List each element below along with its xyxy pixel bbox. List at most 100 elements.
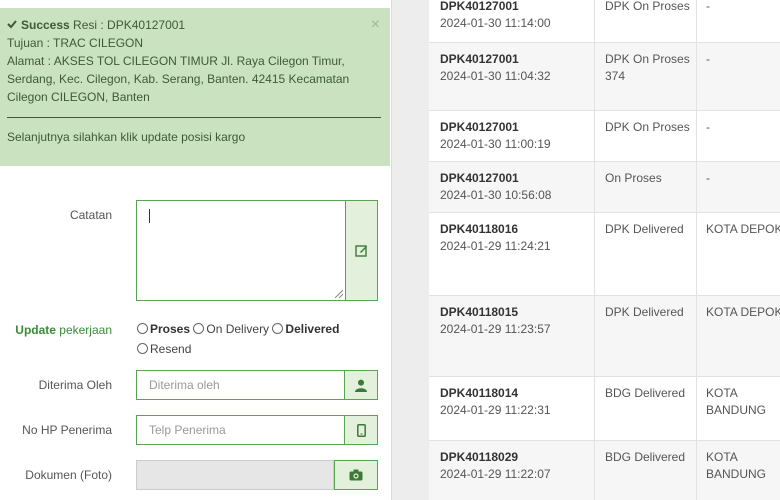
- timestamp: 2024-01-29 11:24:21: [440, 239, 551, 253]
- success-alert: Success Resi : DPK40127001 × Tujuan : TR…: [0, 8, 390, 166]
- table-row: DPK40118016 2024-01-29 11:24:21 DPK Deliv…: [429, 213, 780, 296]
- resi-cell: DPK40127001 2024-01-30 11:04:32: [440, 51, 590, 85]
- update-label-bold: Update: [15, 323, 56, 337]
- nohp-label: No HP Penerima: [22, 423, 112, 437]
- radio-proses-label: Proses: [150, 322, 191, 336]
- resi-number: DPK40118014: [440, 386, 519, 400]
- status-cell: DPK Delivered: [605, 305, 684, 319]
- status-extra: 374: [605, 69, 626, 83]
- timestamp: 2024-01-29 11:23:57: [440, 322, 551, 336]
- timestamp: 2024-01-30 11:00:19: [440, 137, 551, 151]
- timestamp: 2024-01-29 11:22:31: [440, 403, 551, 417]
- nohp-input[interactable]: Telp Penerima: [136, 415, 378, 445]
- edit-addon: [346, 201, 377, 300]
- destination-cell: KOTA BANDUNG: [706, 450, 767, 481]
- resi-cell: DPK40127001 2024-01-30 11:00:19: [440, 119, 590, 153]
- status-cell: DPK On Proses 374: [605, 51, 695, 85]
- column-divider: [696, 0, 697, 500]
- resi-number: DPK40127001: [440, 0, 519, 13]
- user-addon: [344, 371, 377, 399]
- alert-close-button[interactable]: ×: [371, 16, 380, 34]
- status-cell: DPK On Proses: [605, 120, 690, 134]
- alert-next-step: Selanjutnya silahkan klik update posisi …: [7, 130, 246, 144]
- update-pekerjaan-label: Update pekerjaan: [0, 323, 112, 337]
- resi-cell: DPK40118014 2024-01-29 11:22:31: [440, 385, 590, 419]
- resi-cell: DPK40118015 2024-01-29 11:23:57: [440, 304, 590, 338]
- phone-icon: [356, 423, 366, 437]
- camera-icon: [349, 469, 363, 481]
- resi-number: DPK40127001: [440, 171, 519, 185]
- resi-cell: DPK40127001 2024-01-30 10:56:08: [440, 170, 590, 204]
- edit-icon: [355, 245, 367, 257]
- catatan-input[interactable]: [137, 201, 346, 300]
- radio-delivered-label: Delivered: [285, 322, 340, 336]
- radio-circle[interactable]: [137, 343, 148, 354]
- dokumen-input[interactable]: [136, 460, 334, 490]
- phone-addon: [344, 416, 377, 444]
- status-cell: On Proses: [605, 171, 662, 185]
- resi-number: DPK40118016: [440, 222, 519, 236]
- destination-cell: KOTA DEPOK: [706, 305, 780, 319]
- dokumen-label: Dokumen (Foto): [25, 468, 112, 482]
- alert-success-label: Success: [21, 18, 70, 32]
- timestamp: 2024-01-30 11:14:00: [440, 16, 551, 30]
- radio-circle[interactable]: [272, 323, 284, 334]
- update-form-panel: Success Resi : DPK40127001 × Tujuan : TR…: [0, 0, 392, 500]
- radio-circle[interactable]: [137, 323, 148, 334]
- alert-alamat: Alamat : AKSES TOL CILEGON TIMUR Jl. Ray…: [7, 54, 350, 104]
- status-radio-group: Proses On Delivery Delivered Resend: [137, 319, 387, 359]
- resi-number: DPK40127001: [440, 120, 519, 134]
- status-cell: BDG Delivered: [605, 450, 686, 464]
- timestamp: 2024-01-29 11:22:07: [440, 467, 551, 481]
- resi-cell: DPK40118016 2024-01-29 11:24:21: [440, 221, 590, 255]
- table-row: DPK40118029 2024-01-29 11:22:07 BDG Deliv…: [429, 441, 780, 500]
- status-text: DPK On Proses: [605, 52, 690, 66]
- destination-cell: KOTA DEPOK: [706, 222, 780, 236]
- user-icon: [355, 379, 367, 392]
- diterima-label: Diterima Oleh: [38, 378, 112, 392]
- destination-cell: -: [706, 120, 710, 134]
- radio-delivered[interactable]: Delivered: [272, 322, 339, 336]
- status-cell: BDG Delivered: [605, 386, 686, 400]
- check-icon: [7, 20, 17, 29]
- catatan-textarea[interactable]: [136, 200, 378, 301]
- alert-tujuan: Tujuan : TRAC CILEGON: [7, 36, 144, 50]
- table-row: DPK40127001 2024-01-30 11:00:19 DPK On Pr…: [429, 111, 780, 162]
- diterima-input[interactable]: Diterima oleh: [136, 370, 378, 400]
- timestamp: 2024-01-30 10:56:08: [440, 188, 552, 202]
- resi-cell: DPK40127001 2024-01-30 11:14:00: [440, 0, 590, 32]
- diterima-placeholder: Diterima oleh: [149, 378, 220, 392]
- table-row: DPK40118015 2024-01-29 11:23:57 DPK Deliv…: [429, 296, 780, 377]
- column-divider: [594, 0, 595, 500]
- catatan-label: Catatan: [69, 208, 112, 222]
- destination-cell: -: [706, 171, 710, 185]
- camera-button[interactable]: [334, 460, 378, 490]
- table-row: DPK40127001 2024-01-30 11:14:00 DPK On Pr…: [429, 0, 780, 43]
- radio-on-delivery[interactable]: On Delivery: [193, 322, 269, 336]
- resize-handle-icon[interactable]: [335, 290, 343, 298]
- radio-resend[interactable]: Resend: [137, 342, 191, 356]
- table-row: DPK40127001 2024-01-30 10:56:08 On Proses…: [429, 162, 780, 213]
- resi-cell: DPK40118029 2024-01-29 11:22:07: [440, 449, 590, 483]
- update-label-rest: pekerjaan: [55, 323, 112, 337]
- radio-on-delivery-label: On Delivery: [206, 322, 270, 336]
- radio-circle[interactable]: [193, 323, 205, 334]
- alert-title: Success Resi : DPK40127001: [7, 16, 378, 34]
- destination-cell: KOTA BANDUNG: [706, 386, 767, 417]
- resi-number: DPK40118029: [440, 450, 519, 464]
- table-row: DPK40118014 2024-01-29 11:22:31 BDG Deliv…: [429, 377, 780, 441]
- radio-resend-label: Resend: [150, 342, 192, 356]
- alert-resi: Resi : DPK40127001: [69, 18, 186, 32]
- status-cell: DPK Delivered: [605, 222, 684, 236]
- alert-divider: [7, 117, 381, 118]
- text-caret: [149, 209, 150, 223]
- table-row: DPK40127001 2024-01-30 11:04:32 DPK On Pr…: [429, 43, 780, 111]
- timestamp: 2024-01-30 11:04:32: [440, 69, 551, 83]
- resi-number: DPK40127001: [440, 52, 519, 66]
- destination-cell: -: [706, 52, 710, 66]
- status-cell: DPK On Proses: [605, 0, 690, 13]
- destination-cell: -: [706, 0, 710, 13]
- radio-proses[interactable]: Proses: [137, 322, 190, 336]
- history-table: DPK40127001 2024-01-30 11:14:00 DPK On Pr…: [429, 0, 780, 500]
- resi-number: DPK40118015: [440, 305, 519, 319]
